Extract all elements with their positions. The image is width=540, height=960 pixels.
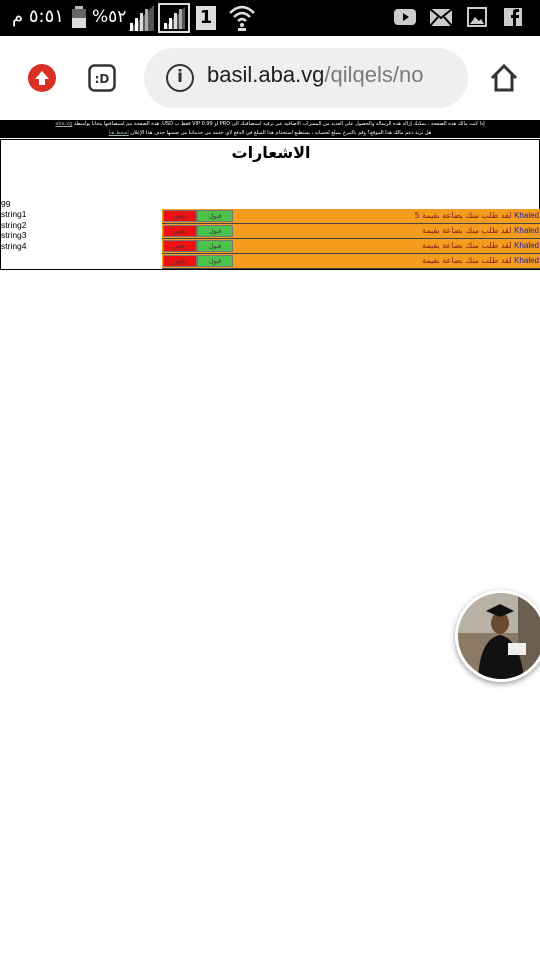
notification-row: رفض قبول Khaled لقد طلب منك بضاعة بقيمة [162, 224, 540, 239]
reject-button[interactable]: رفض [163, 210, 197, 222]
youtube-icon [394, 9, 416, 35]
notification-text: Khaled لقد طلب منك بضاعة بقيمة [422, 225, 539, 237]
status-bar: ٥:٥١ م %٥٢ 1 [0, 0, 540, 36]
notification-text: Khaled لقد طلب منك بضاعة بقيمة 5 [414, 210, 539, 222]
battery-icon [72, 6, 86, 32]
debug-line: string1 [1, 209, 27, 220]
signal-icon [128, 5, 154, 31]
notification-user: Khaled [514, 241, 539, 250]
notification-row: رفض قبول Khaled لقد طلب منك بضاعة بقيمة … [162, 209, 540, 224]
gmail-icon [429, 8, 453, 35]
address-bar[interactable]: i basil.aba.vg/qilqels/no [144, 48, 468, 108]
banner-link-1[interactable]: aba.vg [55, 121, 72, 127]
notification-user: Khaled [514, 256, 539, 265]
reject-button[interactable]: رفض [163, 240, 197, 252]
upload-icon[interactable] [28, 64, 56, 92]
notification-text: Khaled لقد طلب منك بضاعة بقيمة [422, 240, 539, 252]
status-time: ٥:٥١ م [12, 6, 64, 27]
banner-link-2[interactable]: اضغط هنا [109, 130, 129, 136]
debug-line: string3 [1, 230, 27, 241]
notification-user: Khaled [514, 226, 539, 235]
url-host: basil.aba.vg [207, 62, 325, 87]
notification-message: لقد طلب منك بضاعة بقيمة [422, 226, 512, 235]
notification-list: رفض قبول Khaled لقد طلب منك بضاعة بقيمة … [162, 209, 540, 269]
notification-row: رفض قبول Khaled لقد طلب منك بضاعة بقيمة [162, 239, 540, 254]
debug-line: string4 [1, 240, 27, 251]
url-path: /qilqels/no [324, 62, 424, 87]
accept-button[interactable]: قبول [197, 210, 233, 222]
browser-toolbar: :D i basil.aba.vg/qilqels/no [0, 36, 540, 120]
notification-row: رفض قبول Khaled لقد طلب منك بضاعة بقيمة [162, 254, 540, 269]
home-icon[interactable] [488, 62, 520, 94]
banner-line-2: هل تريد دعم مالك هذا الموقع؟ وقم بالتبرع… [108, 130, 432, 136]
reject-button[interactable]: رفض [163, 225, 197, 237]
hosting-banner: إذا كنت مالك هذه الصفحة ، يمكنك إزالة هذ… [0, 120, 540, 138]
emoji-tab-icon[interactable]: :D [88, 64, 116, 92]
debug-line: 99 [1, 199, 11, 209]
notification-message: لقد طلب منك بضاعة بقيمة [422, 256, 512, 265]
gallery-icon [467, 7, 487, 33]
info-icon[interactable]: i [166, 64, 194, 92]
url-text: basil.aba.vg/qilqels/no [207, 62, 424, 88]
accept-button[interactable]: قبول [197, 240, 233, 252]
sim-number: 1 [196, 6, 216, 30]
accept-button[interactable]: قبول [197, 225, 233, 237]
chat-head-avatar[interactable] [455, 590, 540, 682]
facebook-icon [504, 8, 522, 34]
notification-text: Khaled لقد طلب منك بضاعة بقيمة [422, 255, 539, 267]
debug-line: string2 [1, 219, 27, 230]
notifications-panel: الاشعارات 99 string1 string2 string3 str… [0, 139, 540, 270]
banner-line-1: إذا كنت مالك هذه الصفحة ، يمكنك إزالة هذ… [55, 121, 485, 127]
signal-sim-icon [158, 3, 190, 33]
notification-message: لقد طلب منك بضاعة بقيمة 5 [414, 211, 512, 220]
page-title: الاشعارات [231, 143, 311, 162]
notification-user: Khaled [514, 211, 539, 220]
svg-text::D: :D [95, 72, 110, 86]
accept-button[interactable]: قبول [197, 255, 233, 267]
wifi-icon [228, 3, 256, 31]
battery-percent: %٥٢ [92, 7, 127, 27]
debug-list: 99 string1 string2 string3 string4 [1, 199, 27, 251]
reject-button[interactable]: رفض [163, 255, 197, 267]
notification-message: لقد طلب منك بضاعة بقيمة [422, 241, 512, 250]
